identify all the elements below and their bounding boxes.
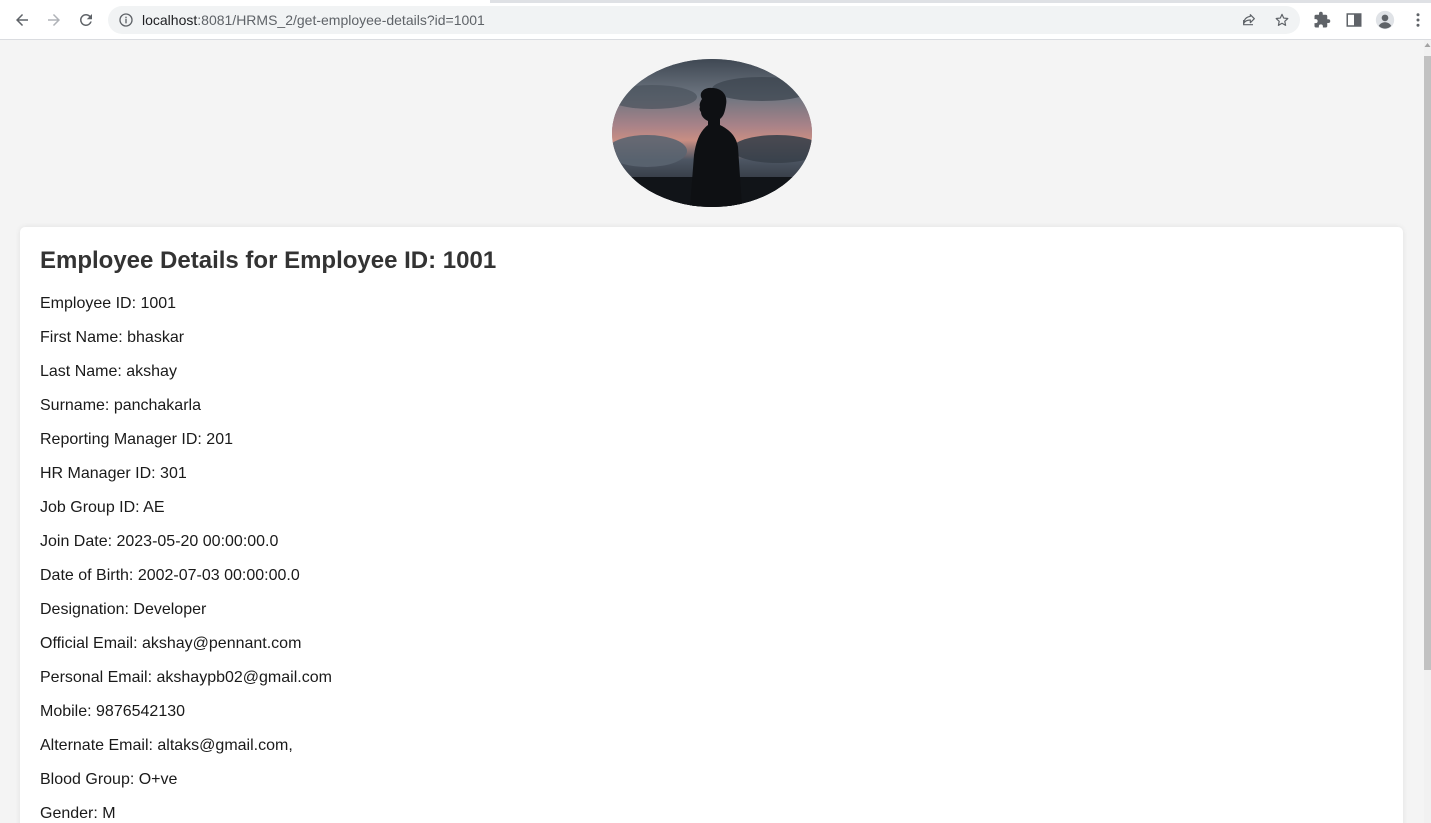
more-menu-icon[interactable] <box>1408 10 1428 30</box>
profile-icon[interactable] <box>1375 10 1395 30</box>
detail-gender: Gender: M <box>40 805 116 822</box>
url-host: localhost <box>142 12 198 28</box>
detail-hr-manager-id: HR Manager ID: 301 <box>40 465 187 482</box>
details-list: Employee ID: 1001 First Name: bhaskar La… <box>40 295 332 823</box>
active-tab-edge <box>0 0 490 3</box>
back-arrow-icon[interactable] <box>10 8 34 32</box>
silhouette-photo <box>612 59 812 207</box>
detail-personal-email: Personal Email: akshaypb02@gmail.com <box>40 669 332 686</box>
detail-date-of-birth: Date of Birth: 2002-07-03 00:00:00.0 <box>40 567 300 584</box>
url-text: localhost:8081/HRMS_2/get-employee-detai… <box>142 12 485 28</box>
detail-official-email: Official Email: akshay@pennant.com <box>40 635 302 652</box>
vertical-scrollbar[interactable] <box>1424 40 1431 823</box>
scrollbar-thumb[interactable] <box>1424 56 1431 670</box>
detail-join-date: Join Date: 2023-05-20 00:00:00.0 <box>40 533 279 550</box>
detail-alternate-email: Alternate Email: altaks@gmail.com, <box>40 737 293 754</box>
detail-job-group-id: Job Group ID: AE <box>40 499 165 516</box>
detail-employee-id: Employee ID: 1001 <box>40 295 177 312</box>
avatar <box>612 59 812 207</box>
detail-mobile: Mobile: 9876542130 <box>40 703 186 720</box>
site-info-icon[interactable] <box>118 12 134 28</box>
detail-last-name: Last Name: akshay <box>40 363 177 380</box>
page-viewport: Employee Details for Employee ID: 1001 E… <box>0 40 1424 823</box>
page-title: Employee Details for Employee ID: 1001 <box>40 247 497 274</box>
tab-strip-edge <box>0 0 1431 3</box>
share-icon[interactable] <box>1241 12 1257 28</box>
browser-toolbar: localhost:8081/HRMS_2/get-employee-detai… <box>0 0 1431 40</box>
forward-arrow-icon[interactable] <box>42 8 66 32</box>
detail-first-name: First Name: bhaskar <box>40 329 185 346</box>
detail-designation: Designation: Developer <box>40 601 207 618</box>
url-path: :8081/HRMS_2/get-employee-details?id=100… <box>197 12 485 28</box>
side-panel-icon[interactable] <box>1344 10 1364 30</box>
detail-reporting-manager-id: Reporting Manager ID: 201 <box>40 431 233 448</box>
reload-icon[interactable] <box>74 8 98 32</box>
scroll-up-arrow-icon[interactable] <box>1424 42 1431 52</box>
address-bar[interactable]: localhost:8081/HRMS_2/get-employee-detai… <box>108 6 1300 34</box>
profile-photo <box>612 59 812 207</box>
detail-surname: Surname: panchakarla <box>40 397 201 414</box>
detail-blood-group: Blood Group: O+ve <box>40 771 178 788</box>
star-icon[interactable] <box>1274 12 1290 28</box>
employee-details-card: Employee Details for Employee ID: 1001 E… <box>20 227 1403 823</box>
extensions-icon[interactable] <box>1312 10 1332 30</box>
